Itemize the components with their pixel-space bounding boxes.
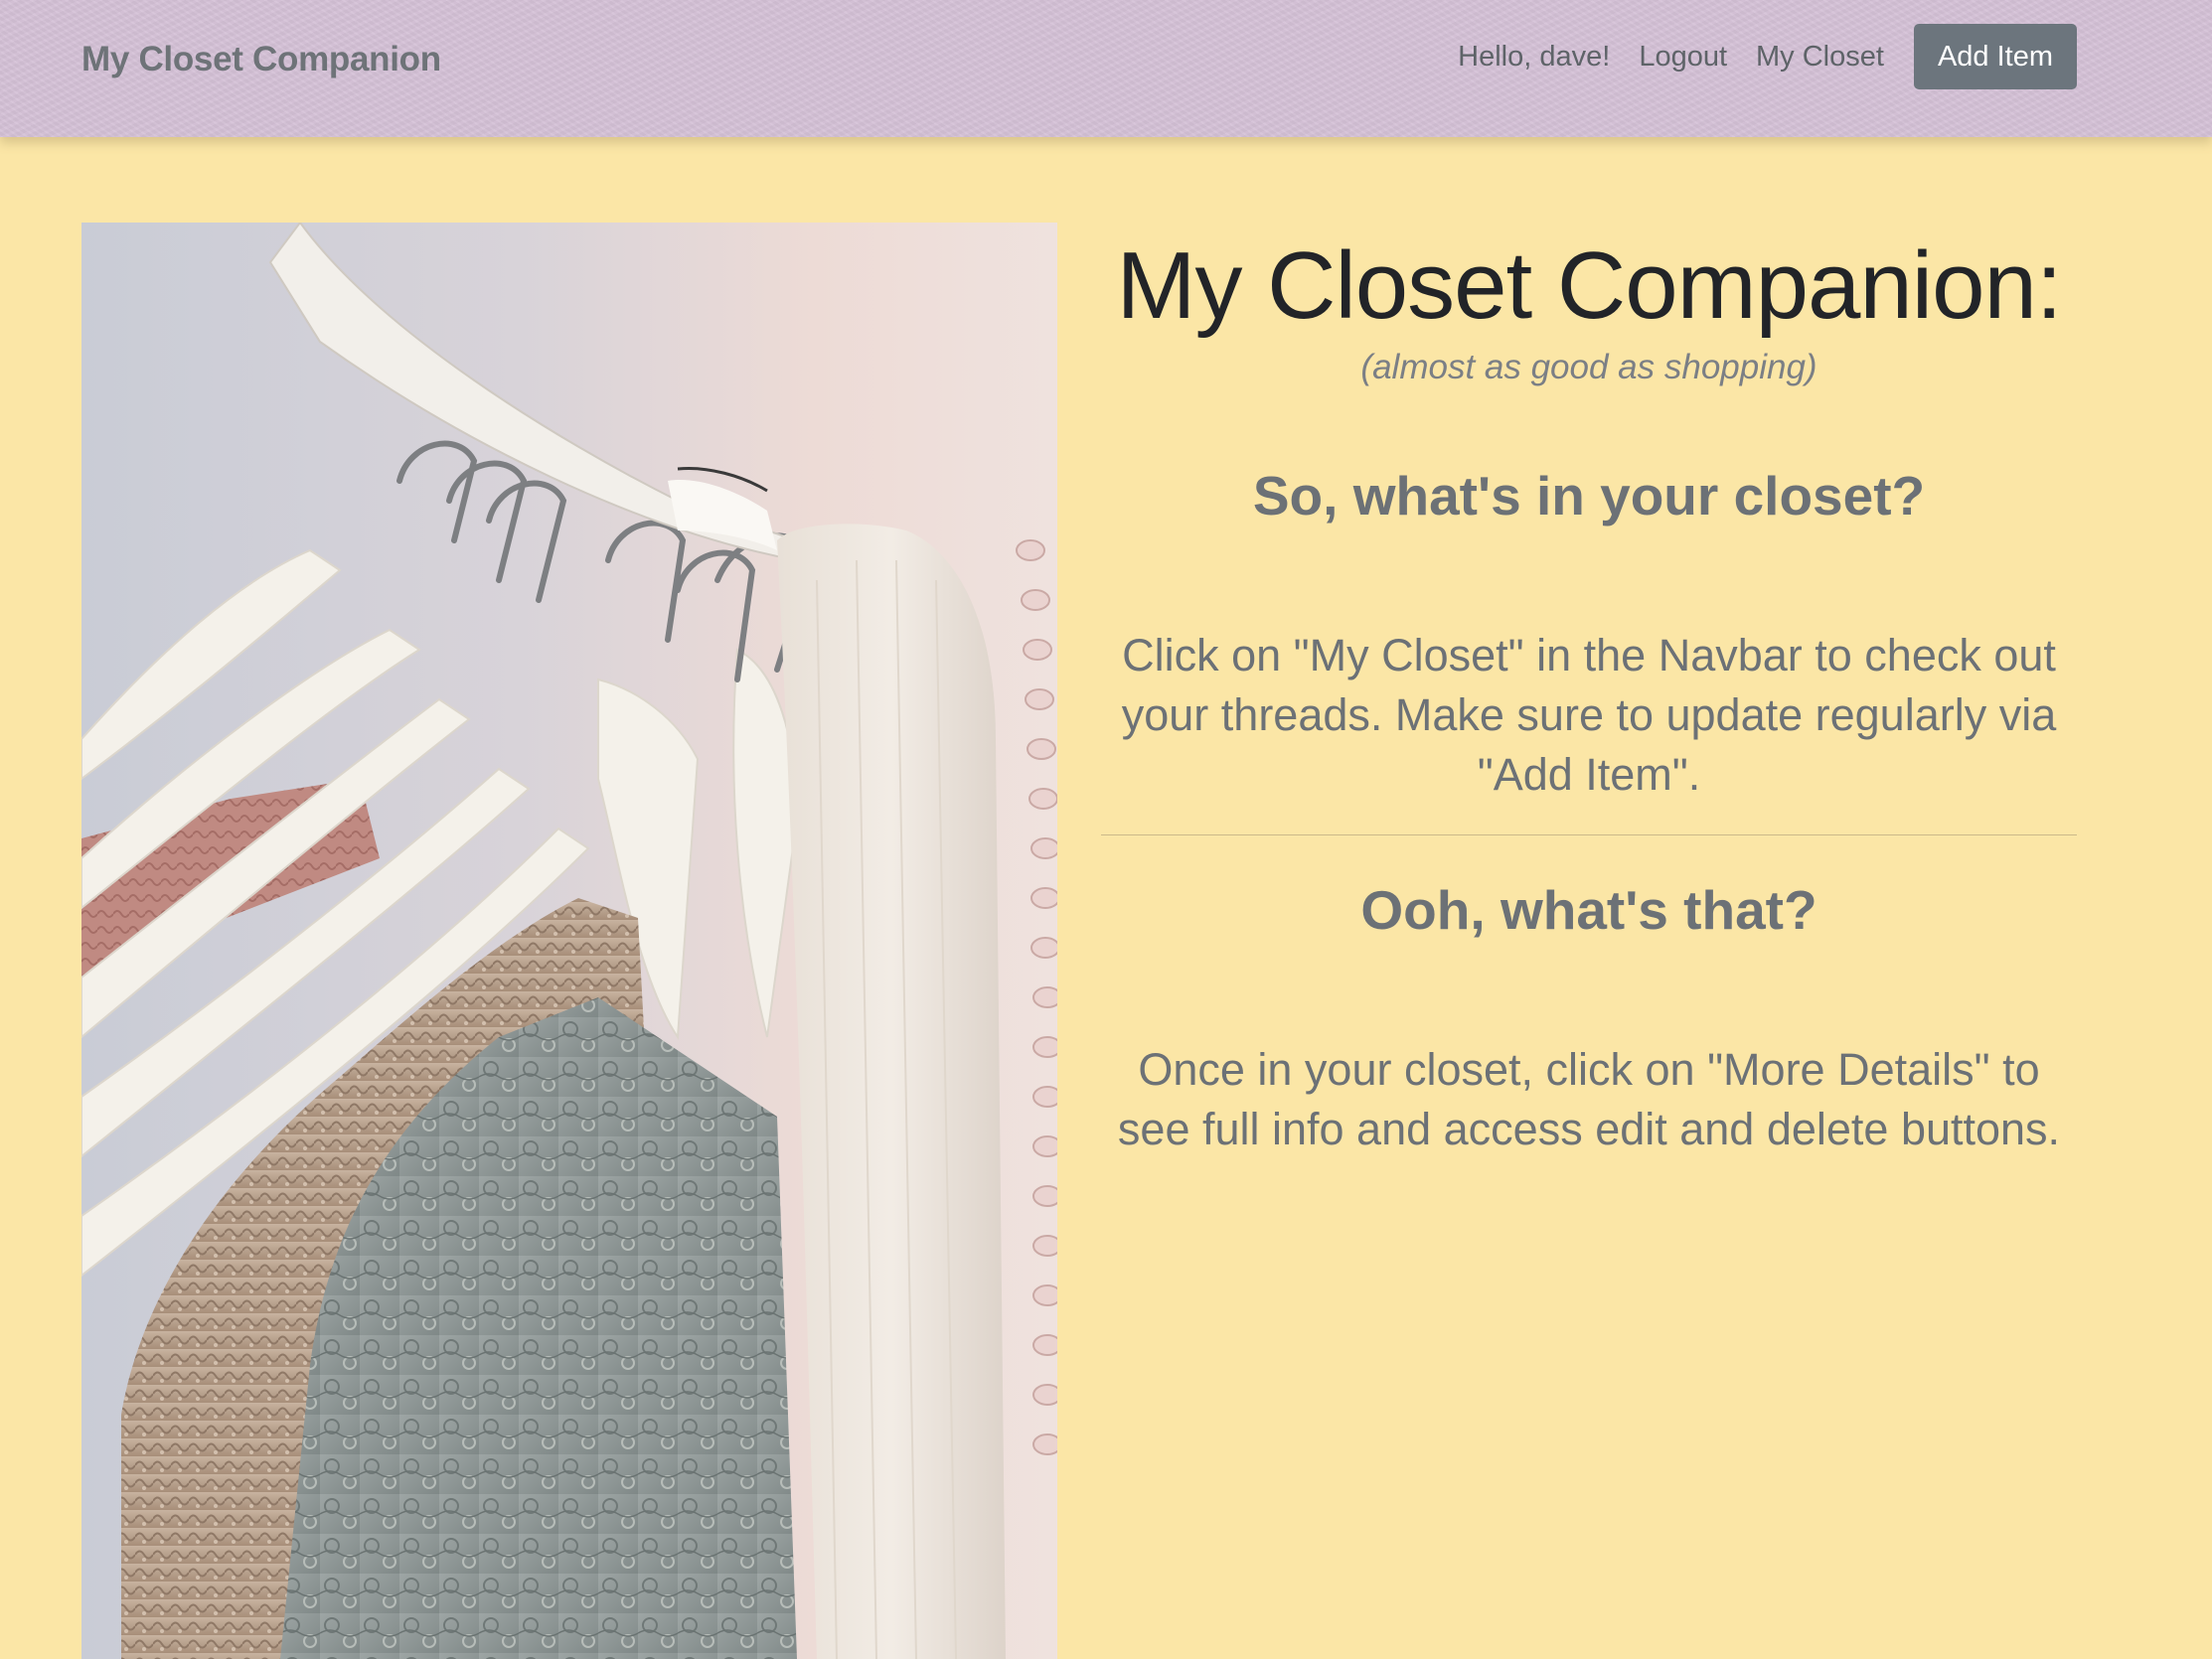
page-title: My Closet Companion: <box>1116 232 2062 339</box>
section-heading-details: Ooh, what's that? <box>1360 879 1817 941</box>
section-heading-closet: So, what's in your closet? <box>1252 465 1926 527</box>
main-content: My Closet Companion: (almost as good as … <box>1101 223 2077 1159</box>
greeting-text: Hello, dave! <box>1458 41 1611 73</box>
my-closet-link[interactable]: My Closet <box>1756 24 1884 89</box>
section-divider <box>1101 834 2077 835</box>
hero-image <box>81 223 1057 1659</box>
section-text-details: Once in your closet, click on "More Deta… <box>1117 1044 2061 1154</box>
nav-links: Hello, dave! Logout My Closet Add Item <box>1429 24 2077 89</box>
navbar: My Closet Companion Hello, dave! Logout … <box>0 0 2212 137</box>
add-item-button[interactable]: Add Item <box>1913 24 2077 89</box>
logout-link[interactable]: Logout <box>1639 24 1727 89</box>
page-subtitle: (almost as good as shopping) <box>1360 348 1817 386</box>
section-text-closet: Click on "My Closet" in the Navbar to ch… <box>1121 630 2057 800</box>
brand-link[interactable]: My Closet Companion <box>81 36 441 83</box>
